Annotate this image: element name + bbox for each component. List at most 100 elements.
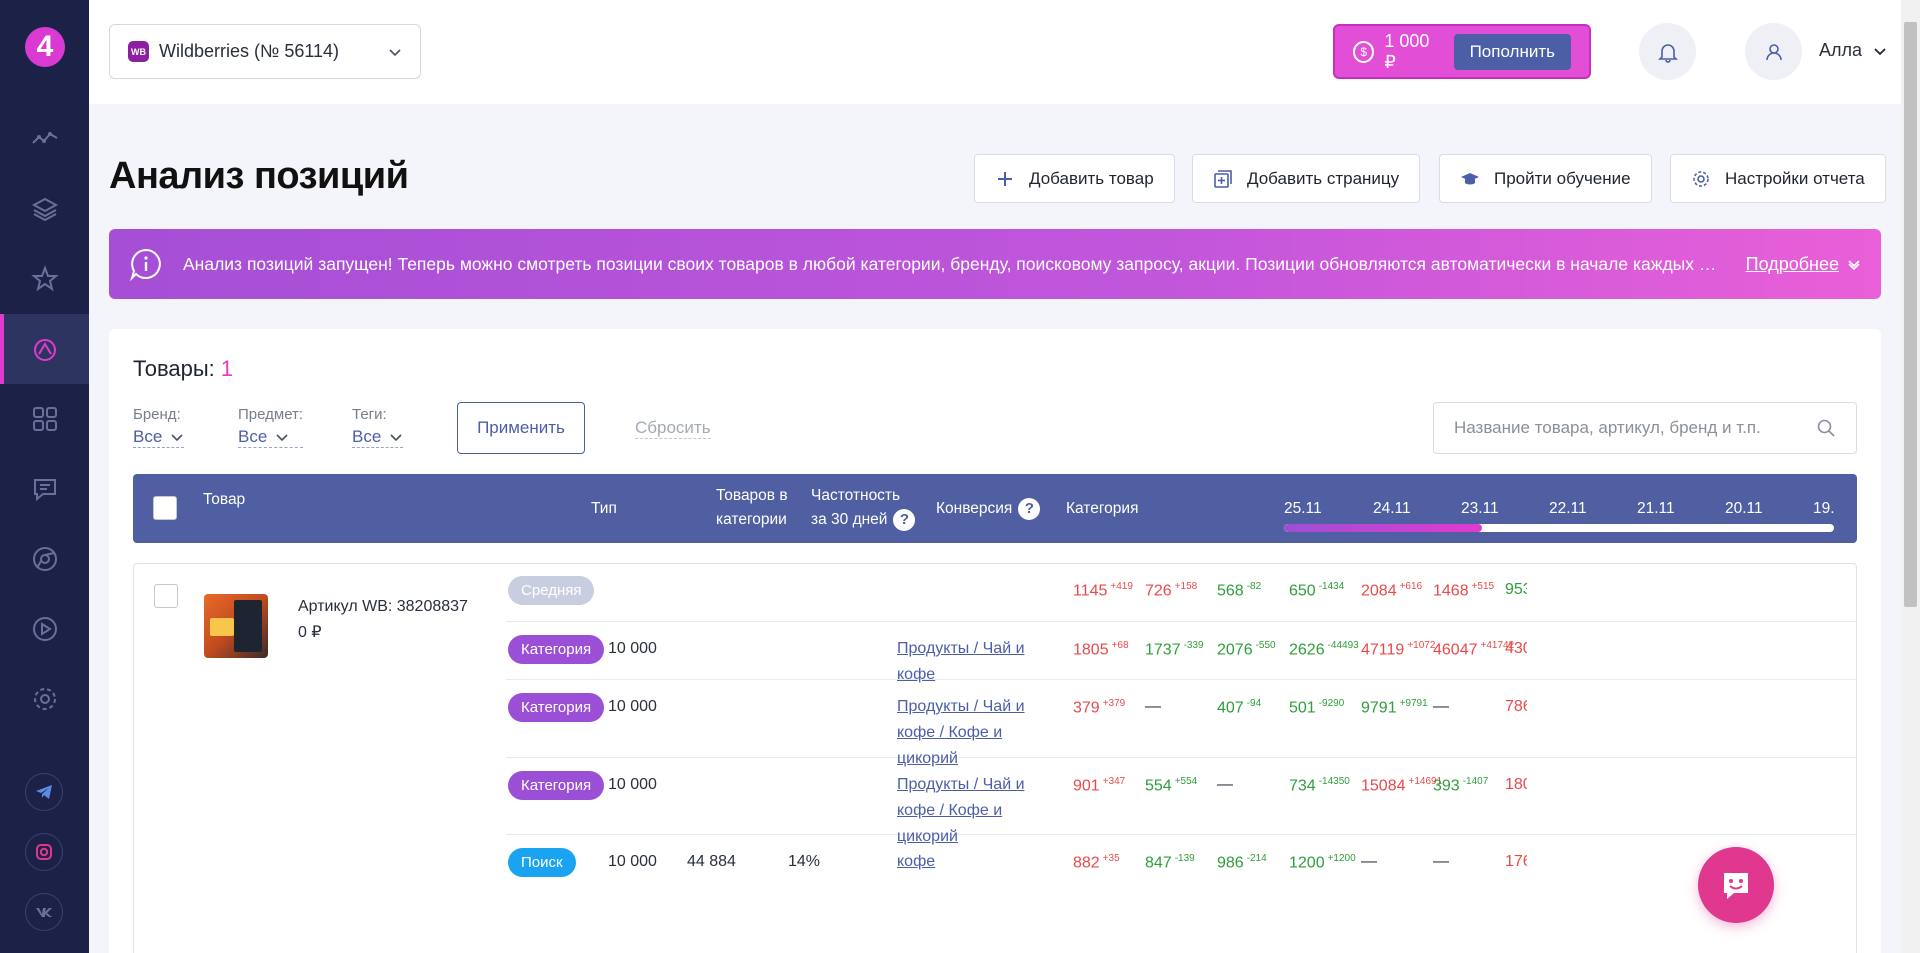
- row-checkbox[interactable]: [154, 584, 178, 608]
- balance-amount: 1 000 ₽: [1384, 30, 1430, 72]
- search-input[interactable]: [1454, 418, 1816, 438]
- layers-icon: [31, 197, 58, 222]
- position-cell: 2084 +616: [1361, 581, 1423, 600]
- date-column[interactable]: 24.11: [1373, 497, 1411, 521]
- date-column[interactable]: 23.11: [1461, 497, 1499, 521]
- position-cell: 786: [1505, 698, 1527, 715]
- header-conversion: Конверсия?: [936, 497, 1041, 521]
- position-cell: 176: [1505, 853, 1527, 870]
- chevron-down-icon: [171, 434, 183, 442]
- type-badge: Категория: [508, 771, 605, 800]
- category-link[interactable]: Продукты / Чай и кофе: [897, 636, 1067, 688]
- report-settings-button[interactable]: Настройки отчета: [1670, 154, 1886, 203]
- date-column[interactable]: 20.11: [1725, 497, 1763, 521]
- search-icon[interactable]: [1816, 418, 1836, 438]
- date-column[interactable]: 19.: [1813, 497, 1835, 521]
- date-column[interactable]: 21.11: [1637, 497, 1675, 521]
- position-analysis-icon: [33, 339, 56, 361]
- notifications-button[interactable]: [1639, 23, 1696, 80]
- play-icon: [32, 617, 57, 641]
- store-selector[interactable]: WB Wildberries (№ 56114): [109, 24, 421, 79]
- category-link[interactable]: Продукты / Чай и кофе / Кофе и цикорий: [897, 694, 1067, 772]
- help-icon[interactable]: ?: [893, 508, 916, 531]
- subject-filter[interactable]: Предмет: Все: [238, 406, 304, 448]
- sidebar-item-position-analysis[interactable]: [0, 314, 89, 384]
- user-menu[interactable]: Алла: [1819, 40, 1887, 61]
- sidebar-item-settings[interactable]: [0, 664, 89, 734]
- position-cell: 2626 -44493: [1289, 640, 1359, 659]
- row-divider: [506, 834, 1856, 835]
- support-chat-button[interactable]: [1698, 847, 1774, 923]
- header-type: Тип: [591, 500, 617, 517]
- apply-filters-button[interactable]: Применить: [457, 402, 585, 454]
- position-cell: 2076 -550: [1217, 640, 1276, 659]
- table-body: Артикул WB: 38208837 0 ₽ Средняя 1145 +419…: [133, 563, 1857, 953]
- page-title: Анализ позиций: [109, 155, 409, 197]
- training-button[interactable]: Пройти обучение: [1439, 154, 1652, 203]
- bell-icon: [1657, 43, 1678, 63]
- add-product-button[interactable]: Добавить товар: [974, 154, 1175, 203]
- scrollbar-thumb[interactable]: [1904, 22, 1917, 607]
- sidebar-item-video[interactable]: [0, 594, 89, 664]
- product-price: 0 ₽: [298, 624, 322, 641]
- product-image[interactable]: [204, 594, 268, 658]
- date-column[interactable]: 25.11: [1284, 497, 1322, 521]
- in-category-cell: 10 000: [608, 776, 657, 793]
- banner-text: Анализ позиций запущен! Теперь можно смо…: [183, 253, 1722, 274]
- position-cell: —: [1433, 698, 1449, 715]
- user-avatar[interactable]: [1745, 23, 1802, 80]
- filter-value[interactable]: Все: [352, 427, 404, 448]
- topup-button[interactable]: Пополнить: [1453, 33, 1571, 70]
- select-all-checkbox[interactable]: [153, 496, 177, 520]
- search-box[interactable]: [1433, 402, 1857, 454]
- top-header: WB Wildberries (№ 56114) $ 1 000 ₽ Попол…: [89, 0, 1901, 104]
- sidebar-item-reviews[interactable]: [0, 454, 89, 524]
- add-product-label: Добавить товар: [1029, 168, 1154, 188]
- chevron-down-icon: [389, 48, 401, 56]
- coin-icon: $: [1353, 40, 1375, 63]
- in-category-cell: 10 000: [608, 640, 657, 657]
- vk-link[interactable]: [25, 893, 63, 931]
- category-link[interactable]: кофе: [897, 849, 1067, 875]
- filter-value[interactable]: Все: [238, 427, 304, 448]
- dates-scroll-bar[interactable]: [1284, 524, 1834, 532]
- header-in-category: Товаров в категории: [716, 487, 788, 528]
- position-cell: 554 +554: [1145, 776, 1198, 795]
- instagram-link[interactable]: [25, 833, 63, 871]
- chevron-down-icon: [390, 434, 402, 442]
- sidebar-item-analytics[interactable]: [0, 104, 89, 174]
- banner-more-link[interactable]: Подробнее: [1746, 254, 1839, 275]
- type-badge: Поиск: [508, 848, 576, 877]
- date-column[interactable]: 22.11: [1549, 497, 1587, 521]
- category-link[interactable]: Продукты / Чай и кофе / Кофе и цикорий: [897, 772, 1067, 850]
- position-cell: 1468 +515: [1433, 581, 1495, 600]
- reset-filters-link[interactable]: Сбросить: [635, 418, 711, 439]
- telegram-icon: [36, 785, 52, 799]
- telegram-link[interactable]: [25, 773, 63, 811]
- brand-filter[interactable]: Бренд: Все: [133, 406, 185, 448]
- header-category: Категория: [1066, 500, 1139, 517]
- help-icon[interactable]: ?: [1018, 497, 1041, 520]
- dates-scroll-thumb[interactable]: [1284, 524, 1482, 532]
- position-cell: 1200 +1200: [1289, 853, 1356, 872]
- position-cell: 568 -82: [1217, 581, 1262, 600]
- position-cell: 726 +158: [1145, 581, 1198, 600]
- sidebar-item-favorites[interactable]: [0, 244, 89, 314]
- filter-label: Бренд:: [133, 406, 181, 423]
- position-cell: 501 -9290: [1289, 698, 1345, 717]
- sidebar-item-layers[interactable]: [0, 174, 89, 244]
- tags-filter[interactable]: Теги: Все: [352, 406, 404, 448]
- position-cell: 430: [1505, 640, 1527, 657]
- app-logo[interactable]: 4: [25, 27, 65, 67]
- add-page-button[interactable]: Добавить страницу: [1192, 154, 1421, 203]
- wildberries-icon: WB: [128, 41, 149, 62]
- filter-value[interactable]: Все: [133, 427, 185, 448]
- sidebar-item-extension[interactable]: [0, 524, 89, 594]
- chevron-down-icon[interactable]: [1847, 257, 1861, 271]
- position-cell: 650 -1434: [1289, 581, 1345, 600]
- in-category-cell: 10 000: [608, 698, 657, 715]
- position-cell: 882 +35: [1073, 853, 1120, 872]
- page-scrollbar[interactable]: [1901, 0, 1920, 953]
- position-cell: 1805 +68: [1073, 640, 1129, 659]
- sidebar-item-widgets[interactable]: [0, 384, 89, 454]
